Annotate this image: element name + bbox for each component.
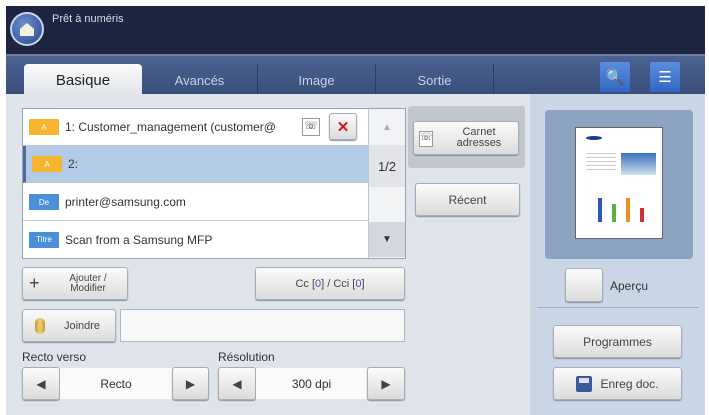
tab-image[interactable]: Image (258, 64, 376, 96)
recipient-list: A 1: Customer_management (customer@ ☏ ✕ … (22, 108, 406, 259)
paperclip-icon (35, 318, 45, 334)
job-list-icon[interactable]: ☰ (650, 62, 680, 92)
delete-button[interactable]: ✕ (329, 113, 357, 140)
duplex-prev-button[interactable]: ◀ (22, 367, 60, 400)
zoom-icon[interactable]: 🔍 (600, 62, 630, 92)
list-item[interactable]: A 2: (23, 146, 368, 183)
attach-button[interactable]: Joindre (22, 309, 116, 342)
resolution-next-button[interactable]: ▶ (367, 367, 405, 400)
preview-label: Aperçu (610, 279, 649, 293)
badge: De (29, 194, 59, 210)
floppy-disk-icon (576, 375, 593, 392)
preview-button[interactable] (565, 268, 603, 302)
list-item[interactable]: De printer@samsung.com (23, 184, 368, 221)
attach-label: Joindre (63, 319, 101, 332)
tab-bar: Basique Avancés Image Sortie 🔍 ☰ (6, 54, 705, 96)
status-text: Prêt à numéris (52, 13, 124, 25)
add-modify-label: Ajouter / Modifier (69, 272, 107, 294)
duplex-label: Recto verso (22, 350, 87, 364)
resolution-prev-button[interactable]: ◀ (218, 367, 256, 400)
recipient-text: printer@samsung.com (65, 195, 186, 209)
cc-bcc-button[interactable]: Cc [0] / Cci [0] (255, 267, 405, 300)
attach-field[interactable] (120, 309, 405, 342)
bcc-label: ] / Cci [ (321, 277, 356, 290)
address-book-icon[interactable]: ☏ (302, 118, 320, 136)
resolution-value: 300 dpi (256, 368, 367, 399)
scroll-up-button[interactable]: ▲ (369, 109, 405, 145)
tab-avances[interactable]: Avancés (142, 64, 258, 96)
programs-button[interactable]: Programmes (553, 325, 682, 358)
divider (537, 307, 699, 308)
badge: Titre (29, 231, 59, 248)
badge: A (32, 156, 62, 172)
document-thumbnail (575, 127, 663, 239)
cc-label: Cc [ (295, 277, 315, 290)
recipient-text: 2: (68, 157, 79, 171)
save-doc-label: Enreg doc. (600, 376, 659, 391)
recipient-text: 1: Customer_management (customer@ (65, 120, 276, 134)
plus-icon: + (29, 273, 40, 293)
add-modify-button[interactable]: + Ajouter / Modifier (22, 267, 128, 300)
list-item[interactable]: Titre Scan from a Samsung MFP (23, 221, 368, 258)
tab-sortie[interactable]: Sortie (376, 64, 494, 96)
duplex-value: Recto (60, 368, 172, 399)
resolution-label: Résolution (218, 350, 275, 364)
cc-suffix: ] (361, 277, 365, 290)
scroll-down-button[interactable]: ▼ (369, 222, 405, 257)
badge: A (29, 119, 59, 135)
save-doc-button[interactable]: Enreg doc. (553, 367, 682, 400)
address-book-label: Carnet adresses (456, 126, 502, 149)
tab-basique[interactable]: Basique (24, 64, 142, 96)
address-book-button[interactable]: ☏ Carnet adresses (413, 121, 519, 155)
page-indicator: 1/2 (369, 145, 405, 187)
home-icon[interactable] (10, 12, 44, 46)
recipient-text: Scan from a Samsung MFP (65, 232, 213, 247)
scrollbar[interactable]: ▲ 1/2 ▼ (368, 109, 405, 258)
preview-area (545, 110, 693, 259)
duplex-next-button[interactable]: ▶ (172, 367, 209, 400)
list-item[interactable]: A 1: Customer_management (customer@ ☏ ✕ (23, 109, 368, 146)
address-book-icon: ☏ (419, 131, 433, 147)
recent-button[interactable]: Récent (415, 183, 520, 216)
